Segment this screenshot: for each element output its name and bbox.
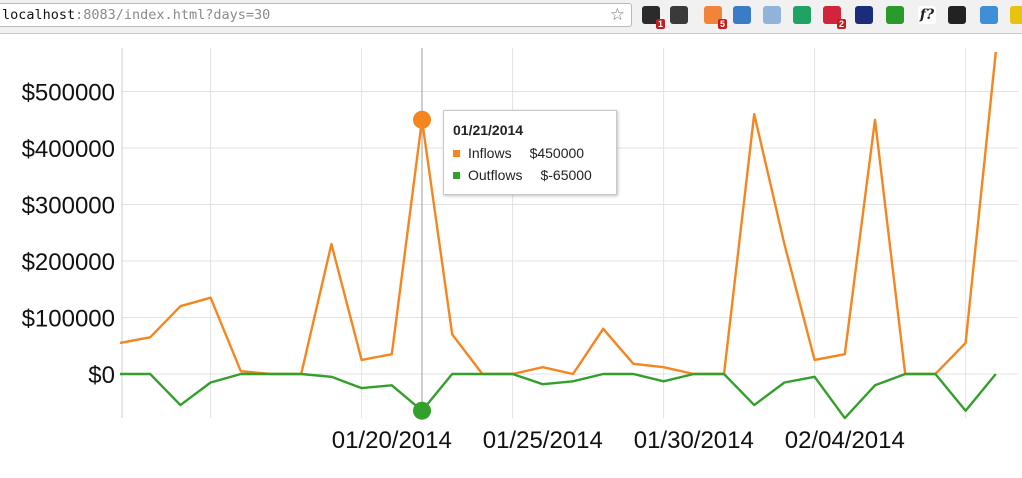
x-tick-label: 01/30/2014 <box>634 427 754 454</box>
tooltip-outflows-value: $-65000 <box>540 167 592 183</box>
x-tick-label: 01/20/2014 <box>332 427 452 454</box>
chart-svg: $0 $100000 $200000 $300000 $400000 $500000 01… <box>22 48 1018 454</box>
tooltip-row-outflows: Outflows $-65000 <box>453 167 592 183</box>
ext-flame-icon[interactable]: 5 <box>704 6 727 29</box>
browser-toolbar: localhost:8083/index.html?days=30 ☆ 1 5 2 f… <box>0 0 1022 34</box>
line-chart: $0 $100000 $200000 $300000 $400000 $500000 01… <box>0 34 1022 473</box>
hover-point-inflows <box>413 110 431 129</box>
y-tick-label: $0 <box>88 362 115 389</box>
star-outline-icon[interactable]: ☆ <box>610 5 625 25</box>
address-bar[interactable]: localhost:8083/index.html?days=30 ☆ <box>0 3 632 27</box>
y-tick-label: $400000 <box>22 136 115 163</box>
url-text[interactable]: localhost:8083/index.html?days=30 <box>2 7 270 23</box>
ext-mail-icon[interactable]: 1 <box>642 6 665 29</box>
series-line-outflows <box>120 372 997 420</box>
ext-s-icon[interactable] <box>670 6 688 24</box>
inflows-swatch <box>453 150 460 157</box>
ext-globe-icon[interactable] <box>980 6 998 24</box>
ext-badge-count: 2 <box>836 19 846 29</box>
ext-asterisk-icon[interactable]: 2 <box>823 6 846 29</box>
y-tick-label: $100000 <box>22 306 115 333</box>
tooltip-outflows-label: Outflows <box>468 167 523 183</box>
x-tick-label: 01/25/2014 <box>483 427 603 454</box>
chart-tooltip: 01/21/2014 Inflows $450000 Outflows $-6500… <box>443 110 617 195</box>
hover-point-outflows <box>413 401 431 420</box>
ext-css-icon[interactable] <box>1010 6 1022 24</box>
tooltip-inflows-label: Inflows <box>468 145 512 161</box>
y-tick-label: $200000 <box>22 249 115 276</box>
ext-screenshot-icon[interactable] <box>733 6 751 24</box>
series-line-inflows <box>119 51 997 376</box>
ext-gear-icon[interactable] <box>948 6 966 24</box>
ext-function-icon[interactable]: f? <box>918 6 936 24</box>
outflows-swatch <box>453 172 460 179</box>
ext-hangouts-icon[interactable] <box>793 6 811 24</box>
x-tick-label: 02/04/2014 <box>785 427 905 454</box>
tooltip-date: 01/21/2014 <box>453 122 524 138</box>
tooltip-inflows-value: $450000 <box>529 145 585 161</box>
y-tick-label: $500000 <box>22 80 115 107</box>
ext-badge-count: 5 <box>717 19 727 29</box>
ext-window-icon[interactable] <box>763 6 781 24</box>
ext-timer-icon[interactable] <box>886 6 904 24</box>
y-tick-label: $300000 <box>22 193 115 220</box>
ext-badge-count: 1 <box>655 19 665 29</box>
ext-bars-icon[interactable] <box>855 6 873 24</box>
tooltip-row-inflows: Inflows $450000 <box>453 145 584 161</box>
